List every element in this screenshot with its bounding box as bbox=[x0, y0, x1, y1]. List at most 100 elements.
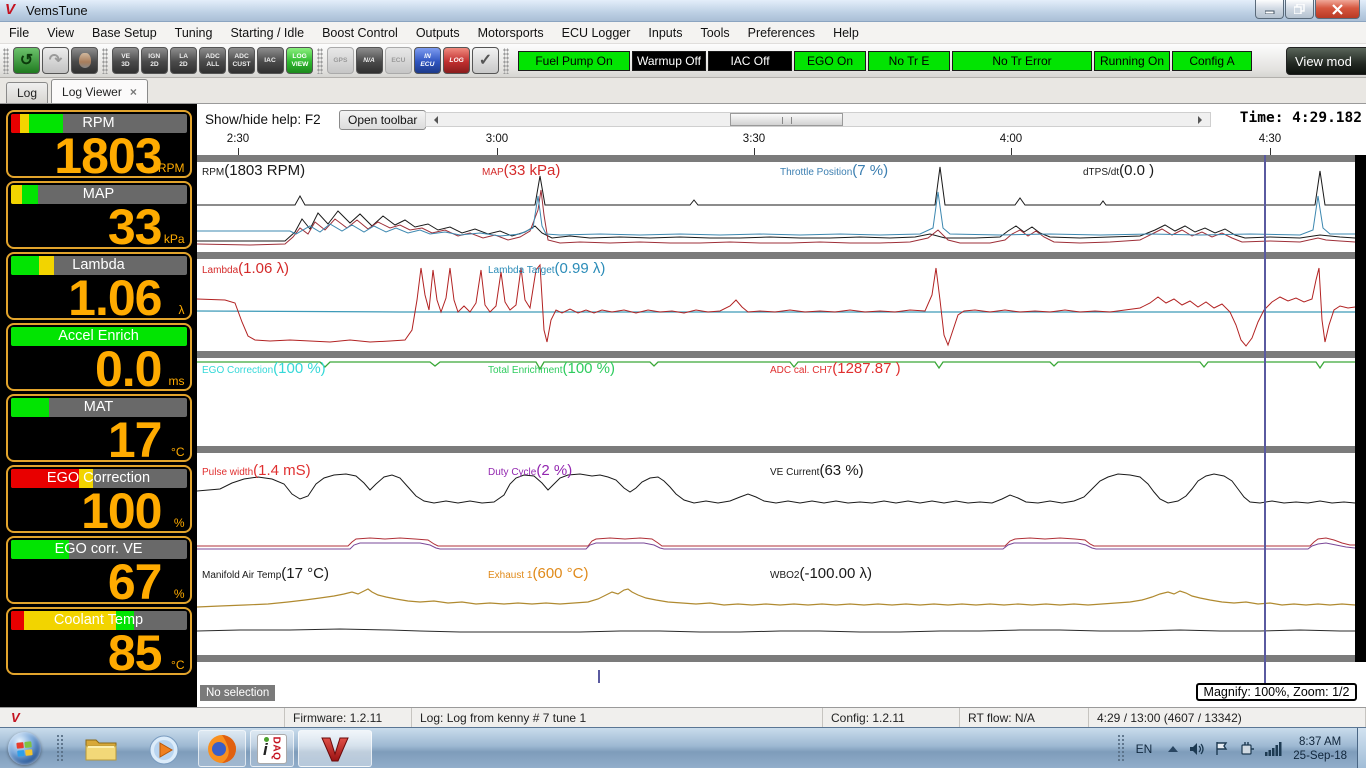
status-indicator-config-a[interactable]: Config A bbox=[1172, 50, 1252, 71]
gauge-coolant-temp[interactable]: Coolant Temp 85 °C bbox=[5, 607, 192, 675]
network-signal-icon[interactable] bbox=[1265, 741, 1282, 756]
menu-item-boost-control[interactable]: Boost Control bbox=[313, 22, 407, 44]
show-desktop-button[interactable] bbox=[1357, 728, 1366, 768]
toolbar-grip bbox=[503, 47, 509, 74]
ign-2d-icon[interactable]: IGN 2D bbox=[141, 47, 168, 74]
menu-item-inputs[interactable]: Inputs bbox=[639, 22, 691, 44]
menu-item-motorsports[interactable]: Motorsports bbox=[469, 22, 553, 44]
volume-icon[interactable] bbox=[1189, 742, 1205, 756]
status-indicator-iac-off[interactable]: IAC Off bbox=[708, 50, 792, 71]
language-indicator[interactable]: EN bbox=[1136, 742, 1153, 756]
show-hidden-icons-icon[interactable] bbox=[1167, 745, 1179, 753]
menu-item-base-setup[interactable]: Base Setup bbox=[83, 22, 166, 44]
tray-grip bbox=[1116, 734, 1126, 763]
log-chart-canvas[interactable] bbox=[197, 104, 1366, 707]
view-mode-button[interactable]: View mod bbox=[1286, 47, 1366, 75]
gauge-mat[interactable]: MAT 17 °C bbox=[5, 394, 192, 462]
status-indicator-running-on[interactable]: Running On bbox=[1094, 50, 1170, 71]
ve-3d-icon[interactable]: VE 3D bbox=[112, 47, 139, 74]
menu-item-ecu-logger[interactable]: ECU Logger bbox=[553, 22, 640, 44]
sync-arrow-icon[interactable]: ↺ bbox=[13, 47, 40, 74]
adc-cust-icon[interactable]: ADC CUST bbox=[228, 47, 255, 74]
tab-close-icon[interactable]: × bbox=[130, 85, 137, 99]
chart-header-strip: Show/hide help: F2 Open toolbar Time: 4:… bbox=[197, 108, 1366, 134]
iac-icon[interactable]: IAC bbox=[257, 47, 284, 74]
taskbar: i DAQ EN 8:37 AM 25-Sep-18 bbox=[0, 727, 1366, 768]
chart-horizontal-scrollbar[interactable] bbox=[425, 112, 1211, 127]
gauge-value: 85 bbox=[107, 625, 163, 675]
magnify-zoom-badge: Magnify: 100%, Zoom: 1/2 bbox=[1196, 683, 1357, 701]
log-view-icon[interactable]: LOG VIEW bbox=[286, 47, 313, 74]
gauge-lambda[interactable]: Lambda 1.06 λ bbox=[5, 252, 192, 320]
status-indicator-ego-on[interactable]: EGO On bbox=[794, 50, 866, 71]
vemstune-logo-icon: V bbox=[5, 1, 16, 18]
chart-right-margin bbox=[1355, 155, 1366, 662]
gauge-ego-correction[interactable]: EGO Correction 100% bbox=[5, 465, 192, 533]
statusbar-section-1: Firmware: 1.2.11 bbox=[285, 708, 412, 727]
menu-item-help[interactable]: Help bbox=[824, 22, 868, 44]
toolbar: ↺ ↷ VE 3D IGN 2D LA 2D ADC ALL ADC CUST IAC LOG VIEW GP… bbox=[0, 44, 1366, 78]
menu-item-preferences[interactable]: Preferences bbox=[739, 22, 824, 44]
menu-item-tuning[interactable]: Tuning bbox=[166, 22, 222, 44]
taskbar-clock[interactable]: 8:37 AM 25-Sep-18 bbox=[1293, 735, 1347, 763]
toolbar-grip bbox=[102, 47, 108, 74]
gauge-unit: % bbox=[173, 587, 185, 601]
la-2d-icon[interactable]: LA 2D bbox=[170, 47, 197, 74]
gauge-unit: λ bbox=[178, 303, 185, 317]
daq-taskbar-button[interactable]: i DAQ bbox=[250, 730, 294, 767]
gauge-value: 100 bbox=[81, 483, 162, 533]
gauge-unit: % bbox=[173, 516, 185, 530]
firefox-taskbar-button[interactable] bbox=[198, 730, 246, 767]
gauge-map[interactable]: MAP 33 kPa bbox=[5, 181, 192, 249]
status-indicator-no-tr-e[interactable]: No Tr E bbox=[868, 50, 950, 71]
gauge-value: 33 bbox=[107, 199, 163, 249]
gauge-accel-enrich[interactable]: Accel Enrich 0.0 ms bbox=[5, 323, 192, 391]
check-icon[interactable]: ✓ bbox=[472, 47, 499, 74]
restore-button[interactable] bbox=[1285, 0, 1314, 19]
minimize-button[interactable] bbox=[1255, 0, 1284, 19]
scrollbar-thumb[interactable] bbox=[730, 113, 843, 126]
menu-item-tools[interactable]: Tools bbox=[691, 22, 738, 44]
vemstune-window: V VemsTune File View Base Setup Tuning Start… bbox=[0, 0, 1366, 768]
menu-item-file[interactable]: File bbox=[0, 22, 38, 44]
na-icon[interactable]: N/A bbox=[356, 47, 383, 74]
adc-all-icon[interactable]: ADC ALL bbox=[199, 47, 226, 74]
tab-label: Log Viewer bbox=[62, 84, 122, 99]
cursor-time-display: Time: 4:29.182 bbox=[1239, 110, 1362, 126]
menu-bar: File View Base Setup Tuning Starting / Idle B… bbox=[0, 22, 1366, 44]
gauge-value: 0.0 bbox=[94, 341, 163, 391]
media-player-icon[interactable] bbox=[148, 734, 180, 766]
tab-log[interactable]: Log bbox=[6, 82, 49, 103]
statusbar-text: Firmware: 1.2.11 bbox=[293, 710, 383, 725]
menu-item-outputs[interactable]: Outputs bbox=[407, 22, 469, 44]
burn-flame-icon[interactable] bbox=[71, 47, 98, 74]
vemstune-taskbar-button[interactable] bbox=[298, 730, 372, 767]
scroll-left-icon[interactable] bbox=[430, 116, 438, 124]
statusbar-text: RT flow: N/A bbox=[968, 710, 1035, 725]
log-icon[interactable]: LOG bbox=[443, 47, 470, 74]
gauge-unit: RPM bbox=[157, 161, 185, 175]
gauge-rpm[interactable]: RPM 1803 RPM bbox=[5, 110, 192, 178]
gauge-value: 17 bbox=[107, 412, 163, 462]
gauge-ego-corr-ve[interactable]: EGO corr. VE 67% bbox=[5, 536, 192, 604]
menu-item-view[interactable]: View bbox=[38, 22, 83, 44]
action-center-flag-icon[interactable] bbox=[1215, 741, 1229, 756]
status-indicator-no-tr-error[interactable]: No Tr Error bbox=[952, 50, 1092, 71]
in-ecu-icon[interactable]: IN ECU bbox=[414, 47, 441, 74]
status-indicator-fuel-pump-on[interactable]: Fuel Pump On bbox=[518, 50, 630, 71]
tab-log-viewer[interactable]: Log Viewer × bbox=[51, 79, 148, 103]
status-indicator-warmup-off[interactable]: Warmup Off bbox=[632, 50, 706, 71]
no-selection-badge: No selection bbox=[200, 685, 276, 701]
revert-arrow-icon[interactable]: ↷ bbox=[42, 47, 69, 74]
close-button[interactable] bbox=[1315, 0, 1360, 19]
remove-hardware-icon[interactable] bbox=[1239, 741, 1255, 756]
file-explorer-icon[interactable] bbox=[84, 734, 118, 762]
menu-item-starting-idle[interactable]: Starting / Idle bbox=[221, 22, 313, 44]
statusbar-text: Config: 1.2.11 bbox=[831, 710, 905, 725]
gps-icon[interactable]: GPS bbox=[327, 47, 354, 74]
help-hint-label: Show/hide help: F2 bbox=[205, 112, 321, 127]
open-toolbar-button[interactable]: Open toolbar bbox=[339, 110, 427, 130]
ecu-icon[interactable]: ECU bbox=[385, 47, 412, 74]
scroll-right-icon[interactable] bbox=[1198, 116, 1206, 124]
start-button[interactable] bbox=[8, 732, 41, 765]
